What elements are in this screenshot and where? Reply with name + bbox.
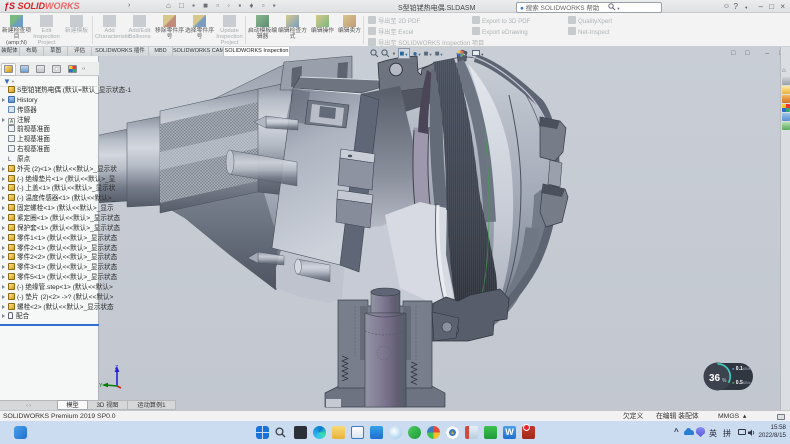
svg-text:Y: Y [99,383,103,389]
svg-text:%: % [722,378,727,384]
svg-text:Z: Z [115,365,118,371]
svg-text:36: 36 [709,373,721,384]
